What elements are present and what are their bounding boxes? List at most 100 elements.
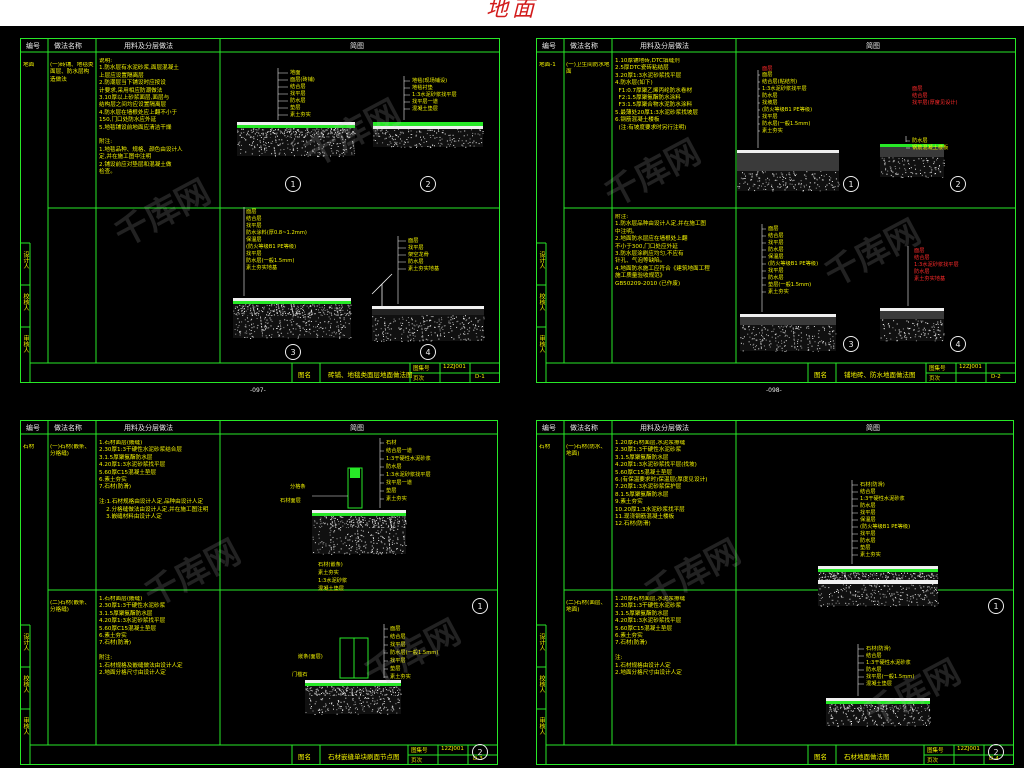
detail-callout-2: 2 — [420, 176, 436, 192]
s4-detail-1-label: 防水层 — [860, 538, 876, 544]
title-block-label: 图名 — [814, 753, 827, 761]
s1-detail-4-label: 找平层 — [408, 245, 424, 251]
s4-detail-1-label: 结合层 — [860, 489, 876, 495]
s1-detail-3-label: 保温层 — [246, 237, 262, 243]
side-label: 审核人 — [538, 717, 545, 735]
title-block-code: 12ZJ001 — [959, 364, 982, 370]
side-label: 设计人 — [22, 633, 29, 651]
s2-detail-2-label-red: 结合层 — [912, 93, 928, 99]
s2-detail-3-label: 面层 — [768, 226, 779, 232]
s2-detail-3-label: 找平层 — [768, 240, 784, 246]
s1-detail-3-label: 找平层 — [246, 223, 262, 229]
detail-callout-2: 2 — [988, 744, 1004, 760]
s1-detail-4-label: 架空龙骨 — [408, 252, 429, 258]
s3-detail-1-label: 素土夯实 — [386, 496, 407, 502]
header-cell: 编号 — [542, 424, 556, 432]
s1-detail-2-label: 1:3水泥砂浆找平层 — [412, 92, 457, 98]
s3-detail-1-label: 找平层一道 — [386, 480, 412, 486]
s2-detail-4-label-red: 结合层 — [914, 255, 930, 261]
s2-detail-2-label: 防水层 — [912, 138, 928, 144]
row-code: 地面-1 — [539, 62, 556, 68]
detail-callout-4: 4 — [420, 344, 436, 360]
s3-detail-1-bottom-label: 1:3水泥砂浆 — [318, 578, 348, 584]
side-label: 校核人 — [22, 675, 29, 693]
header-cell: 简图 — [866, 42, 880, 50]
side-label: 设计人 — [22, 251, 29, 269]
header-cell: 编号 — [542, 42, 556, 50]
s4-detail-1-label: 保温层 — [860, 517, 876, 523]
detail-callout-3: 3 — [285, 344, 301, 360]
s2-detail-3-label: 保温层 — [768, 254, 784, 260]
s2-detail-1-label: 面层 — [762, 72, 773, 78]
title-block-page: D-1 — [475, 374, 485, 380]
s3-detail-1-label: 结合层一道 — [386, 448, 412, 454]
s4-detail-2-label: 防水层 — [866, 667, 882, 673]
s2-detail-1-label: 1:3水泥砂浆找平层 — [762, 86, 807, 92]
s2-detail-1-label: 找坡层 — [762, 100, 778, 106]
s2-detail-1-label: 防水层 — [762, 93, 778, 99]
row-name: (一)石材(防水、地面) — [566, 444, 607, 458]
detail-callout-3: 3 — [843, 336, 859, 352]
title-block-code: 12ZJ001 — [443, 364, 466, 370]
title-block-page-label: 页次 — [927, 758, 939, 764]
s1-detail-2-label: 地毯衬垫 — [412, 85, 433, 91]
s1-detail-1-label: 面层(砖铺) — [290, 77, 315, 83]
s4-detail-1-label: 垫层 — [860, 545, 871, 551]
s2-detail-1-label: 防水层(一般1.5mm) — [762, 121, 811, 127]
s1-detail-3-label: 防水层(一般1.5mm) — [246, 258, 295, 264]
row-name: (一)砖铺、地毯类面层、防水层构造做法 — [50, 62, 94, 83]
detail-callout-1: 1 — [843, 176, 859, 192]
s2-detail-2-label: 钢筋混凝土楼板 — [912, 145, 949, 151]
s2-detail-3-label: 防水层 — [768, 247, 784, 253]
page-title: 地面 — [485, 0, 538, 22]
header-cell: 编号 — [26, 42, 40, 50]
header-cell: 做法名称 — [570, 42, 598, 50]
s1-detail-2-label: 找平层一道 — [412, 99, 438, 105]
header-cell: 简图 — [866, 424, 880, 432]
title-block-code: 12ZJ001 — [441, 746, 464, 752]
s2-detail-4-label-red: 素土夯实地基 — [914, 276, 946, 282]
row-name: (二)石材(面层、地面) — [566, 600, 607, 614]
s1-detail-1-label: 地面 — [290, 70, 301, 76]
header-cell: 用料及分层做法 — [124, 424, 173, 432]
title-block-label: 图名 — [298, 753, 311, 761]
s1-detail-4-label: 素土夯实地基 — [408, 266, 440, 272]
side-label: 校核人 — [538, 293, 545, 311]
s2-detail-3-label: 结合层 — [768, 233, 784, 239]
s4-detail-1-label: 找平层 — [860, 510, 876, 516]
header-cell: 简图 — [350, 424, 364, 432]
s2-detail-1-label: 素土夯实 — [762, 128, 783, 134]
s3-detail-1-label: 防水层 — [386, 464, 402, 470]
s3-detail-1-label: 垫层 — [386, 488, 397, 494]
title-block-code: 12ZJ001 — [957, 746, 980, 752]
s1-detail-3-label: 素土夯实地基 — [246, 265, 278, 271]
title-block-code-label: 图集号 — [929, 366, 946, 372]
s3-detail-1-label: 1:3干硬性水泥砂浆 — [386, 456, 431, 462]
side-label: 审核人 — [538, 335, 545, 353]
s2-detail-1-label: 结合层(粘结剂) — [762, 79, 798, 85]
row-method: 1.石材面层(嵌缝) 2.30厚1:3干硬性水泥砂浆 3.1.5厚聚氨酯防水层 … — [99, 596, 183, 677]
title-block-label: 图名 — [814, 371, 827, 379]
s4-detail-1-label: 石材(防滑) — [860, 482, 885, 488]
row-code: 地面 — [23, 62, 35, 68]
title-block-name: 砖铺、地毯类面层地面做法图 — [328, 371, 413, 379]
row-name: (二)石材(嵌条、分格缝) — [50, 600, 91, 614]
header-cell: 用料及分层做法 — [640, 424, 689, 432]
row-name: (一)卫生间防水地面 — [566, 62, 610, 76]
s4-detail-2-label: 石材(防滑) — [866, 646, 891, 652]
title-block-label: 图名 — [298, 371, 311, 379]
side-label: 设计人 — [538, 251, 545, 269]
s2-detail-1-label: (防火等级B1 PE等级) — [762, 107, 813, 113]
s1-detail-1-label: 防水层 — [290, 98, 306, 104]
header-cell: 做法名称 — [570, 424, 598, 432]
s3-detail-1-label: 1:3水泥砂浆找平层 — [386, 472, 431, 478]
page-number: -098- — [766, 387, 782, 394]
s4-detail-1-label: 找平层 — [860, 531, 876, 537]
s1-detail-1-label: 素土夯实 — [290, 112, 311, 118]
row-name: (一)石材(嵌条、分格缝) — [50, 444, 91, 458]
detail-callout-1: 1 — [988, 598, 1004, 614]
s2-detail-2-label-red: 面层 — [912, 86, 923, 92]
s1-detail-4-label: 防水层 — [408, 259, 424, 265]
title-block-code-label: 图集号 — [413, 366, 430, 372]
s1-detail-2-label: 地毯(现场铺设) — [412, 78, 448, 84]
